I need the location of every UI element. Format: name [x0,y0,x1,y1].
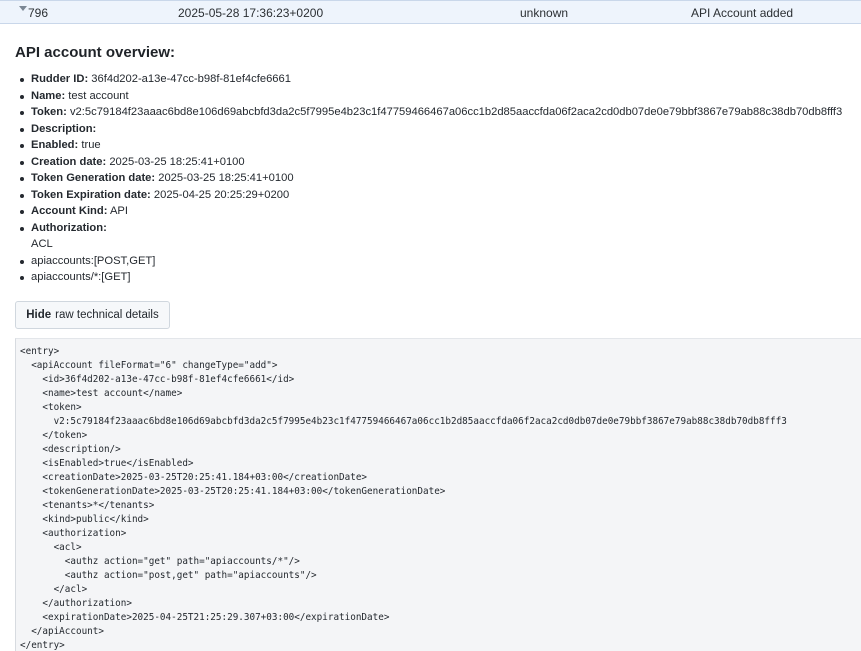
list-item: Account Kind: API [15,203,861,220]
hide-raw-details-button[interactable]: Hide raw technical details [15,301,170,329]
event-details: API account overview: Rudder ID: 36f4d20… [15,44,861,286]
event-id: 796 [28,6,49,20]
acl-label: ACL [31,238,53,250]
properties-list: Rudder ID: 36f4d202-a13e-47cc-b98f-81ef4… [15,71,861,286]
button-bold-label: Hide [26,309,52,321]
acl-item: apiaccounts/*:[GET] [15,269,861,286]
field-value: test account [65,89,129,102]
field-label: Token: [31,106,67,118]
list-item: Enabled: true [15,137,861,154]
event-row-header[interactable]: 796 2025-05-28 17:36:23+0200 unknown API… [0,0,861,24]
field-value: 2025-03-25 18:25:41+0100 [106,155,245,168]
event-type: API Account added [691,6,794,20]
field-label: Enabled: [31,139,79,151]
field-value: 36f4d202-a13e-47cc-b98f-81ef4cfe6661 [88,73,291,85]
list-item: Token: v2:5c79184f23aaac6bd8e106d69abcbf… [15,104,861,121]
field-label: Description: [31,122,97,135]
field-label: Account Kind: [31,205,108,217]
list-item: Name: test account [15,88,861,105]
button-label: raw technical details [55,309,159,321]
field-label: Authorization: [31,221,107,234]
field-label: Rudder ID: [31,73,89,85]
event-date: 2025-05-28 17:36:23+0200 [178,6,324,20]
list-item: Rudder ID: 36f4d202-a13e-47cc-b98f-81ef4… [15,71,861,88]
field-label: Token Generation date: [31,172,156,184]
list-item: Token Generation date: 2025-03-25 18:25:… [15,170,861,187]
field-value: true [78,139,101,151]
raw-xml-block: <entry> <apiAccount fileFormat="6" chang… [15,338,861,651]
field-value: API [107,205,128,217]
field-value: 2025-04-25 20:25:29+0200 [150,188,290,201]
list-item: Creation date: 2025-03-25 18:25:41+0100 [15,154,861,171]
list-item: Authorization: [15,220,861,237]
field-label: Creation date: [31,155,107,168]
collapse-triangle-icon[interactable] [19,6,27,11]
list-item: Token Expiration date: 2025-04-25 20:25:… [15,187,861,204]
field-value: 2025-03-25 18:25:41+0100 [155,172,294,184]
field-value: v2:5c79184f23aaac6bd8e106d69abcbfd3da2c5… [66,106,843,118]
list-item: Description: [15,121,861,138]
acl-item: apiaccounts:[POST,GET] [15,253,861,270]
event-actor: unknown [520,6,569,20]
field-label: Name: [31,89,66,102]
field-label: Token Expiration date: [31,188,151,201]
details-title: API account overview: [15,44,176,61]
